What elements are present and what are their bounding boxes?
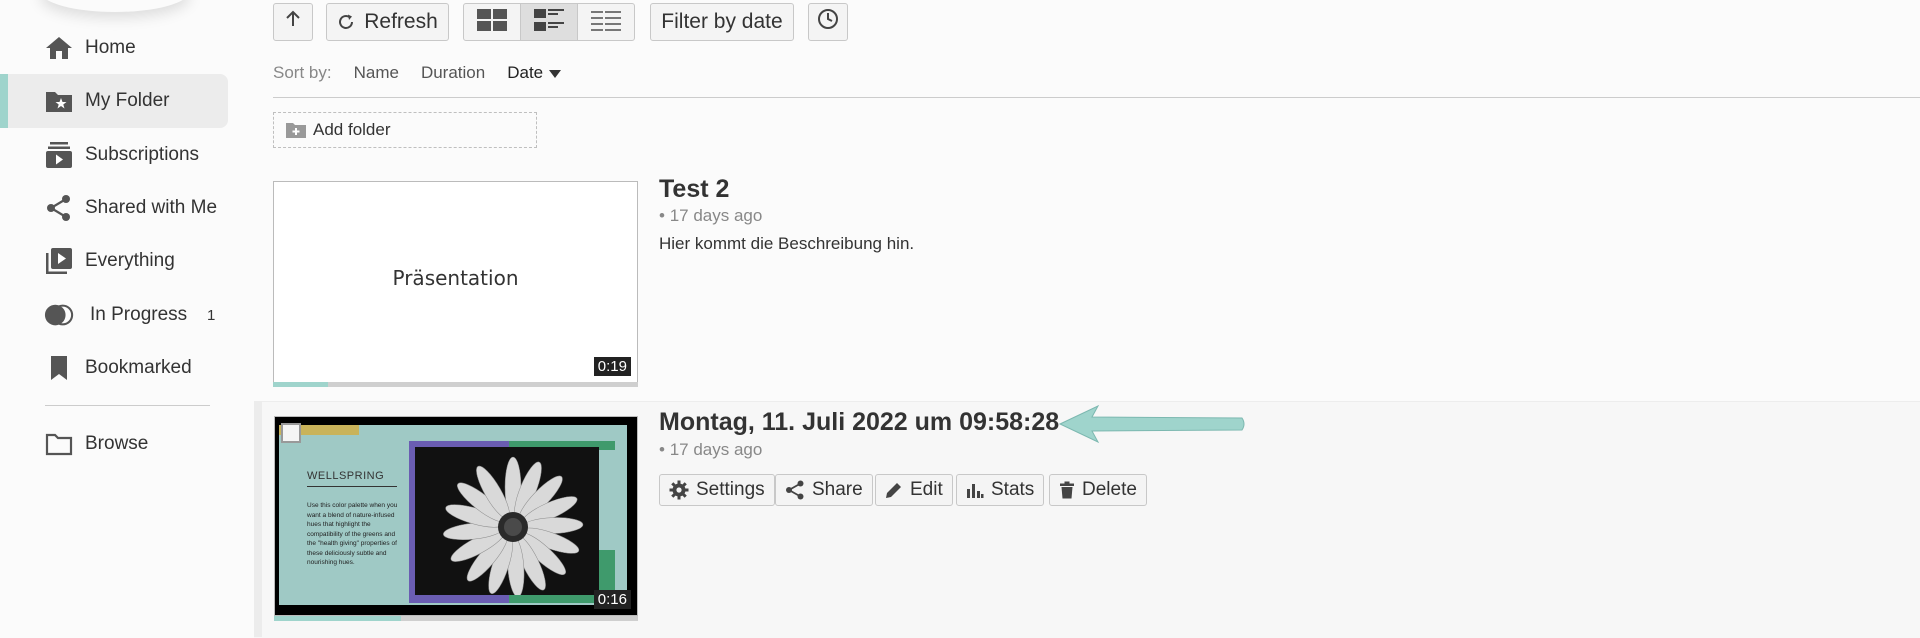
stats-label: Stats (991, 479, 1035, 500)
edit-button[interactable]: Edit (875, 474, 953, 506)
sort-date-label: Date (507, 63, 544, 82)
in-progress-icon (44, 300, 74, 330)
sort-divider (273, 97, 1920, 98)
refresh-label: Refresh (364, 10, 438, 33)
add-folder-button[interactable]: Add folder (273, 112, 537, 148)
flower-image (415, 447, 599, 598)
video-library-icon (44, 246, 74, 276)
arrow-up-icon (283, 9, 303, 35)
share-icon (785, 480, 812, 500)
sidebar-item-label: Bookmarked (85, 357, 192, 378)
clock-icon (817, 8, 839, 36)
delete-button[interactable]: Delete (1049, 474, 1147, 506)
settings-label: Settings (696, 479, 765, 500)
sidebar-item-everything[interactable]: Everything (0, 234, 228, 288)
sidebar-item-label: Subscriptions (85, 144, 200, 165)
annotation-arrow (1058, 402, 1248, 451)
delete-label: Delete (1082, 479, 1137, 500)
sidebar-item-my-folder[interactable]: My Folder (0, 74, 228, 128)
sidebar-divider (45, 405, 210, 406)
session-age: • 17 days ago (659, 206, 763, 225)
thumbnail-heading: WELLSPRING (307, 470, 385, 482)
folder-plus-icon (286, 122, 306, 138)
thumbnail-slide-title: Präsentation (392, 266, 519, 290)
bar-chart-icon (966, 481, 991, 499)
sort-duration-option[interactable]: Duration (421, 63, 485, 83)
sidebar-item-home[interactable]: Home (0, 21, 228, 75)
filter-by-date-button[interactable]: Filter by date (650, 3, 794, 41)
sidebar-item-bookmarked[interactable]: Bookmarked (0, 341, 228, 395)
folder-star-icon (44, 86, 74, 116)
share-button[interactable]: Share (775, 474, 873, 506)
sidebar-item-browse[interactable]: Browse (0, 417, 228, 471)
gear-icon (669, 480, 696, 500)
selected-row-indicator (254, 401, 262, 637)
trash-icon (1059, 481, 1082, 499)
refresh-button[interactable]: Refresh (326, 3, 449, 41)
thumbnail-heading-rule (307, 486, 397, 487)
sidebar-item-label: In Progress (90, 304, 188, 325)
bookmark-icon (44, 353, 74, 383)
thumbnail-slide: WELLSPRING Use this color palette when y… (279, 425, 627, 605)
sidebar-item-in-progress[interactable]: In Progress 1 (0, 288, 228, 342)
sidebar-item-label: Shared with Me (85, 197, 218, 218)
refresh-icon (337, 13, 355, 31)
sidebar: Home My Folder Subscriptions Shared with… (0, 0, 240, 637)
duration-badge: 0:19 (593, 357, 631, 376)
sort-bar: Sort by: Name Duration Date (273, 63, 605, 83)
home-icon (44, 33, 74, 63)
detailed-list-view-button[interactable] (521, 4, 578, 40)
folder-icon (44, 429, 74, 459)
detailed-list-icon (534, 8, 564, 36)
sort-date-option[interactable]: Date (507, 63, 583, 83)
sidebar-item-label: Browse (85, 433, 149, 454)
add-folder-label: Add folder (313, 120, 391, 139)
session-thumbnail[interactable]: Präsentation 0:19 (273, 181, 638, 383)
caret-down-icon (549, 63, 562, 83)
sort-by-label: Sort by: (273, 63, 332, 82)
view-mode-toggle (463, 3, 635, 41)
watch-progress-bar (273, 382, 638, 387)
subscriptions-icon (44, 140, 74, 170)
share-label: Share (812, 479, 863, 500)
filter-by-date-label: Filter by date (661, 10, 783, 33)
in-progress-count: 1 (207, 306, 216, 324)
user-menu-shadow (40, 0, 190, 12)
up-folder-button[interactable] (273, 3, 313, 41)
session-age-text: 17 days ago (669, 440, 763, 459)
thumbnail-body-text: Use this color palette when you want a b… (307, 502, 398, 566)
settings-button[interactable]: Settings (659, 474, 775, 506)
compact-list-icon (591, 9, 621, 36)
grid-view-button[interactable] (464, 4, 521, 40)
duration-badge: 0:16 (593, 590, 631, 609)
compact-list-view-button[interactable] (578, 4, 634, 40)
grid-icon (477, 8, 507, 36)
session-age: • 17 days ago (659, 440, 763, 459)
sidebar-item-label: Everything (85, 250, 175, 271)
pencil-icon (885, 481, 910, 499)
watch-progress-bar (274, 616, 638, 621)
thumbnail-teal-strip (599, 450, 615, 550)
session-title[interactable]: Test 2 (659, 175, 729, 204)
sidebar-item-label: Home (85, 37, 136, 58)
watch-progress-fill (274, 616, 402, 621)
sidebar-item-subscriptions[interactable]: Subscriptions (0, 128, 228, 182)
select-checkbox[interactable] (281, 423, 301, 443)
session-description: Hier kommt die Beschreibung hin. (659, 234, 915, 253)
edit-label: Edit (910, 479, 943, 500)
sort-name-option[interactable]: Name (354, 63, 399, 83)
session-thumbnail[interactable]: WELLSPRING Use this color palette when y… (274, 416, 638, 616)
stats-button[interactable]: Stats (956, 474, 1045, 506)
session-title[interactable]: Montag, 11. Juli 2022 um 09:58:28 (659, 408, 1059, 437)
share-icon (44, 193, 74, 223)
sidebar-item-shared-with-me[interactable]: Shared with Me (0, 181, 228, 235)
history-button[interactable] (808, 3, 848, 41)
watch-progress-fill (273, 382, 328, 387)
session-age-text: 17 days ago (669, 206, 763, 225)
sidebar-item-label: My Folder (85, 90, 170, 111)
